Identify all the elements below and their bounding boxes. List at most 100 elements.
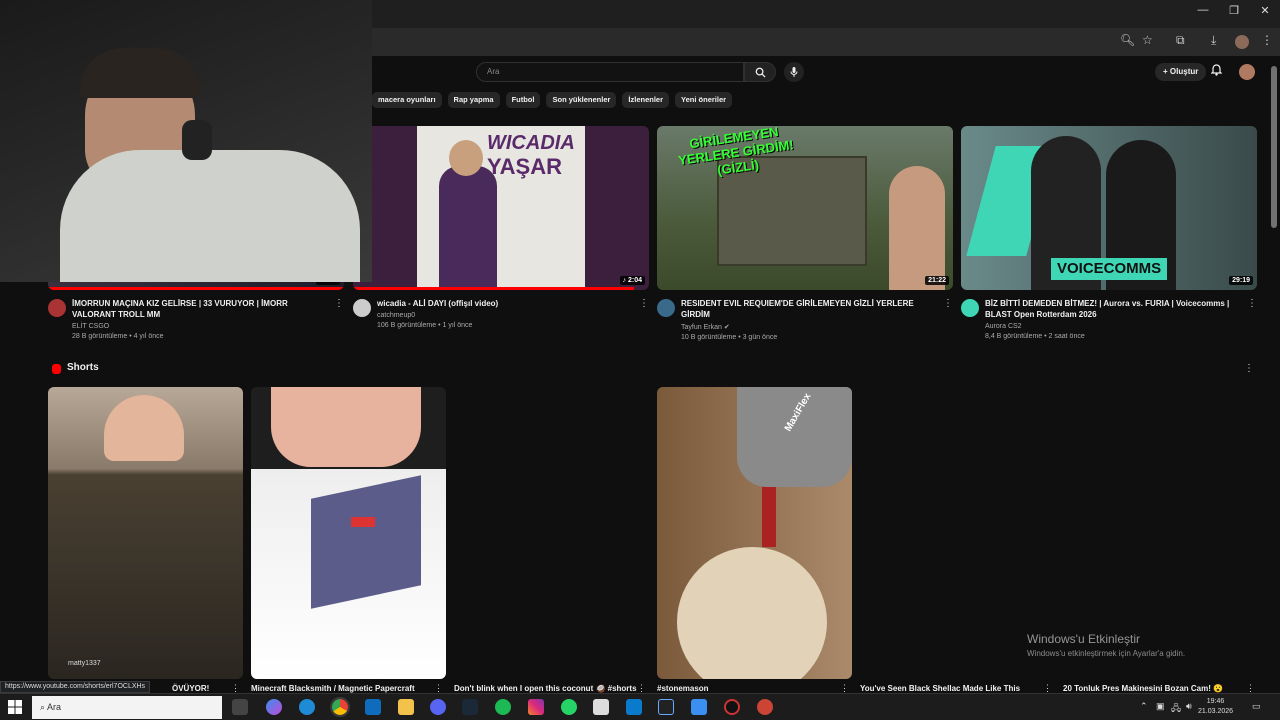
webcam-shirt-image [60, 150, 360, 282]
steam-icon[interactable] [462, 699, 478, 715]
more-options-icon[interactable]: ⋮ [639, 298, 649, 309]
browser-menu-icon[interactable]: ⋮ [1261, 33, 1273, 47]
page-scrollbar[interactable] [1271, 66, 1277, 228]
create-button[interactable]: + Oluştur [1155, 63, 1207, 81]
copilot-icon[interactable] [266, 699, 282, 715]
search-input[interactable]: Ara [476, 62, 744, 82]
taskbar-search-label: Ara [47, 702, 62, 712]
more-options-icon[interactable]: ⋮ [334, 298, 344, 309]
notepad-icon[interactable] [593, 699, 609, 715]
video-meta: İMORRUN MAÇINA KIZ GELİRSE | 33 VURUYOR … [48, 298, 344, 340]
file-explorer-icon[interactable] [398, 699, 414, 715]
zoom-icon[interactable]: 🔍︎ [1120, 33, 1135, 47]
maximize-button[interactable]: ❐ [1219, 4, 1249, 17]
whatsapp-icon[interactable] [561, 699, 577, 715]
thumb-subtitle: YAŞAR [487, 154, 562, 179]
channel-name[interactable]: catchmeup0 [377, 312, 635, 319]
video-title[interactable]: İMORRUN MAÇINA KIZ GELİRSE | 33 VURUYOR … [72, 298, 330, 320]
headset-image [182, 120, 212, 160]
profile-avatar[interactable] [1235, 35, 1249, 49]
video-card[interactable]: WICADIA YAŞAR ♪ 2:04 wicadia - ALİ DAYI … [353, 126, 649, 329]
channel-name[interactable]: ELİT CSGO [72, 323, 330, 330]
video-thumbnail[interactable]: VOICECOMMS 29:19 [961, 126, 1257, 290]
notifications-icon[interactable]: ▭ [1252, 701, 1261, 712]
person-image [889, 166, 945, 290]
album-cover: WICADIA YAŞAR [417, 126, 585, 290]
account-avatar[interactable] [1239, 64, 1255, 80]
create-label: Oluştur [1169, 67, 1199, 76]
short-title[interactable]: You've Seen Black Shellac Made Like This [860, 684, 1020, 693]
duration-badge: 29:19 [1229, 276, 1253, 285]
video-title[interactable]: RESIDENT EVIL REQUIEM'DE GİRİLEMEYEN GİZ… [681, 298, 939, 320]
more-options-icon[interactable]: ⋮ [943, 298, 953, 309]
channel-avatar[interactable] [48, 299, 66, 317]
activation-watermark-title: Windows'u Etkinleştir [1027, 632, 1140, 646]
spotify-icon[interactable] [495, 699, 511, 715]
webcam-hair-image [80, 48, 200, 98]
short-thumbnail[interactable]: matty1337 [48, 387, 243, 679]
search-icon [755, 67, 766, 78]
channel-name[interactable]: Aurora CS2 [985, 323, 1243, 330]
instagram-icon[interactable] [528, 699, 544, 715]
video-stats: 106 B görüntüleme • 1 yıl önce [377, 322, 473, 329]
video-thumbnail[interactable]: GİRİLEMEYEN YERLERE GİRDİM! (GİZLİ) 21:2… [657, 126, 953, 290]
taskbar-clock[interactable]: 19:46 21.03.2026 [1198, 697, 1233, 717]
chip[interactable]: Rap yapma [447, 92, 500, 108]
vscode-icon[interactable] [626, 699, 642, 715]
shorts-more-icon[interactable]: ⋮ [1244, 363, 1254, 374]
close-window-button[interactable]: ✕ [1250, 4, 1280, 17]
voicecomms-banner: VOICECOMMS [1051, 258, 1168, 280]
task-view-icon[interactable] [232, 699, 248, 715]
chip[interactable]: Yeni öneriler [675, 92, 733, 108]
short-thumbnail[interactable]: MaxiFlex [657, 387, 852, 679]
bookmark-star-icon[interactable]: ☆ [1142, 33, 1153, 47]
short-title[interactable]: 20 Tonluk Pres Makinesini Bozan Cam! 😮 [1063, 684, 1223, 693]
app-record-icon[interactable] [724, 699, 740, 715]
voice-search-button[interactable] [784, 62, 804, 82]
channel-avatar[interactable] [353, 299, 371, 317]
streamer-image [104, 395, 184, 461]
video-thumbnail[interactable]: WICADIA YAŞAR ♪ 2:04 [353, 126, 649, 290]
search-icon: ⌕ [40, 702, 48, 712]
video-stats: 10 B görüntüleme • 3 gün önce [681, 334, 778, 341]
channel-avatar[interactable] [657, 299, 675, 317]
download-icon[interactable]: ⤓ [1211, 33, 1216, 48]
outlook-icon[interactable] [365, 699, 381, 715]
channel-avatar[interactable] [961, 299, 979, 317]
edge-icon[interactable] [299, 699, 315, 715]
discord-icon[interactable] [430, 699, 446, 715]
chip[interactable]: Futbol [505, 92, 541, 108]
tray-app-icon[interactable]: ▣ [1156, 701, 1165, 712]
video-title[interactable]: BİZ BİTTİ DEMEDEN BİTMEZ! | Aurora vs. F… [985, 298, 1243, 320]
video-card[interactable]: GİRİLEMEYEN YERLERE GİRDİM! (GİZLİ) 21:2… [657, 126, 953, 341]
duration-badge: ♪ 2:04 [619, 276, 645, 285]
short-thumbnail[interactable] [251, 387, 446, 679]
short-title[interactable]: ÖVÜYOR! [172, 684, 209, 693]
photos-icon[interactable] [691, 699, 707, 715]
video-stats: 8,4 B görüntüleme • 2 saat önce [985, 333, 1085, 340]
more-options-icon[interactable]: ⋮ [1247, 298, 1257, 309]
video-title[interactable]: wicadia - ALİ DAYI (offişıl video) [377, 298, 635, 309]
app-a-icon[interactable] [658, 699, 674, 715]
chip[interactable]: İzlenenler [622, 92, 670, 108]
windows-start-icon[interactable] [8, 700, 22, 714]
extensions-icon[interactable]: ⧉ [1176, 33, 1185, 48]
channel-name[interactable]: Tayfun Erkan ✔ [681, 323, 939, 331]
tray-chevron-icon[interactable]: ⌃ [1140, 701, 1148, 712]
short-title[interactable]: #stonemason [657, 684, 709, 693]
chip[interactable]: macera oyunları [372, 92, 442, 108]
video-card[interactable]: VOICECOMMS 29:19 BİZ BİTTİ DEMEDEN BİTME… [961, 126, 1257, 340]
app-game-icon[interactable] [757, 699, 773, 715]
volume-icon[interactable]: 🔊︎ [1186, 701, 1192, 712]
hands-image [271, 387, 421, 467]
short-title[interactable]: Don't blink when I open this coconut 🥥 #… [454, 684, 637, 693]
chrome-icon[interactable] [330, 697, 350, 717]
stone-sphere-image [677, 547, 827, 679]
network-icon[interactable]: 🖧︎ [1171, 701, 1181, 717]
chip[interactable]: Son yüklenenler [546, 92, 617, 108]
notifications-bell-icon[interactable] [1210, 64, 1223, 79]
short-title[interactable]: Minecraft Blacksmith / Magnetic Papercra… [251, 684, 415, 693]
taskbar-search-input[interactable]: ⌕ Ara [32, 696, 222, 719]
minimize-button[interactable]: — [1188, 4, 1218, 16]
search-button[interactable] [744, 62, 776, 82]
